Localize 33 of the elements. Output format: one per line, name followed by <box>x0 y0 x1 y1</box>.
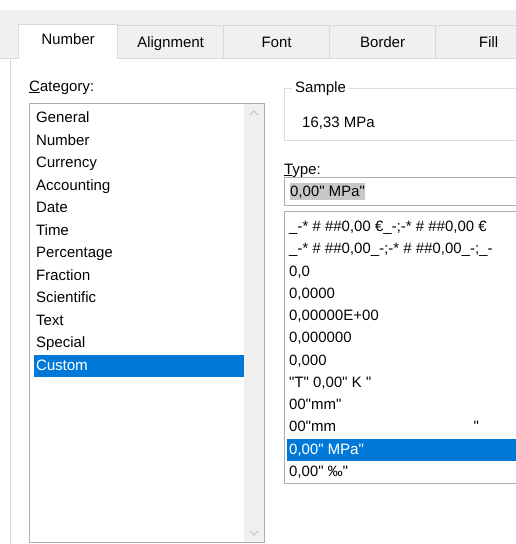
sample-label: Sample <box>292 79 349 96</box>
category-item[interactable]: Scientific <box>34 287 244 310</box>
category-item[interactable]: Text <box>34 310 244 332</box>
category-item[interactable]: Accounting <box>34 174 244 197</box>
format-item[interactable]: 00"mm" <box>287 394 516 416</box>
category-item[interactable]: Fraction <box>34 264 244 287</box>
format-item[interactable]: 0,000000 <box>287 327 516 350</box>
category-item[interactable]: Custom <box>34 354 244 377</box>
format-item[interactable]: 0,0 <box>287 260 516 283</box>
category-item[interactable]: Time <box>34 220 244 242</box>
format-item[interactable]: 0,00" ‰" <box>287 460 516 483</box>
category-item[interactable]: Percentage <box>34 242 244 264</box>
category-item[interactable]: General <box>34 107 244 130</box>
category-label: Category: <box>29 78 96 97</box>
category-item[interactable]: Number <box>34 130 244 152</box>
type-input-field[interactable]: 0,00" MPa" <box>284 177 516 206</box>
format-item[interactable]: _-* # ##0,00_-;-* # ##0,00_-;_- <box>287 238 516 260</box>
category-item[interactable]: Special <box>34 332 244 354</box>
tab[interactable]: Alignment <box>118 25 224 58</box>
format-item[interactable]: 0,0000 <box>287 282 516 305</box>
format-item[interactable]: 0,00000E+00 <box>287 305 516 328</box>
tab[interactable]: Font <box>224 25 330 58</box>
format-item[interactable]: _-* # ##0,00 €_-;-* # ##0,00 € <box>287 216 516 238</box>
tab[interactable]: Border <box>330 25 436 58</box>
format-item[interactable]: "T" 0,00" K " <box>287 372 516 394</box>
format-item[interactable]: 0,000 <box>287 350 516 372</box>
sample-value: 16,33 MPa <box>302 114 375 131</box>
format-item[interactable]: 0,00" MPa" <box>287 438 516 461</box>
type-label: Type: <box>284 161 322 180</box>
category-item[interactable]: Date <box>34 197 244 220</box>
format-item[interactable]: 00"mm " <box>287 416 516 438</box>
tab[interactable]: Number <box>18 24 118 59</box>
category-item[interactable]: Currency <box>34 152 244 174</box>
